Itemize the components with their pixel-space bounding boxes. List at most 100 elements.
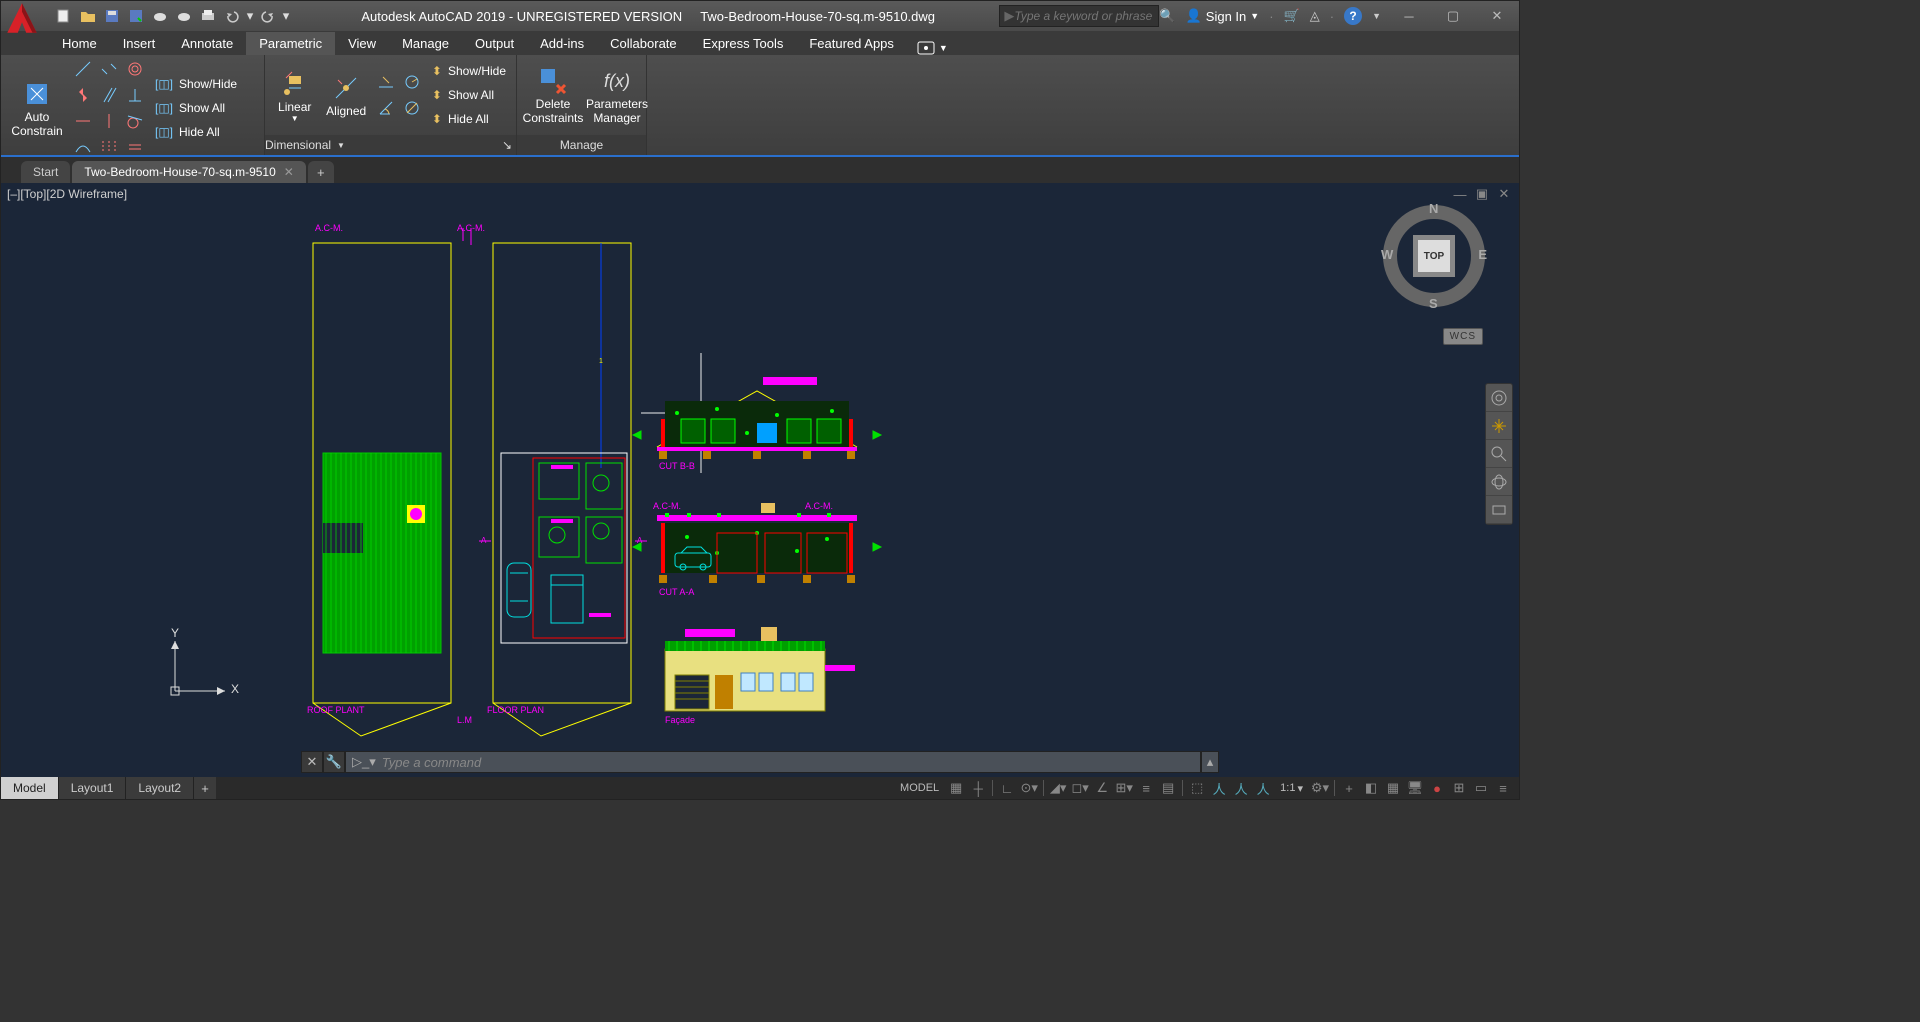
- parameters-manager-button[interactable]: f(x) Parameters Manager: [587, 59, 647, 131]
- navcube-face[interactable]: TOP: [1417, 239, 1451, 273]
- sb-grid-icon[interactable]: ▦: [946, 779, 966, 797]
- geo-showhide-button[interactable]: [◫]Show/Hide: [151, 73, 241, 95]
- horizontal-icon[interactable]: [71, 109, 95, 133]
- vp-maximize-icon[interactable]: ▣: [1473, 187, 1491, 201]
- qat-redo-drop-icon[interactable]: ▾: [281, 5, 291, 27]
- concentric-icon[interactable]: [123, 57, 147, 81]
- dim-showall-button[interactable]: ⬍Show All: [428, 84, 510, 106]
- sb-lineweight-icon[interactable]: ≡: [1136, 779, 1156, 797]
- signin-button[interactable]: 👤 Sign In ▼: [1186, 8, 1260, 24]
- orbit-icon[interactable]: [1486, 468, 1512, 496]
- dir-w[interactable]: W: [1381, 247, 1393, 262]
- sb-ortho-icon[interactable]: ∟: [997, 779, 1017, 797]
- geo-hideall-button[interactable]: [◫]Hide All: [151, 121, 241, 143]
- perpendicular-icon[interactable]: [123, 83, 147, 107]
- symmetric-icon[interactable]: [97, 135, 121, 159]
- pan-icon[interactable]: [1486, 412, 1512, 440]
- app-store-icon[interactable]: ◬: [1310, 8, 1320, 24]
- cmd-customize-icon[interactable]: 🔧: [323, 751, 345, 773]
- aligned-button[interactable]: Aligned: [322, 59, 369, 131]
- help-icon[interactable]: ?: [1344, 7, 1362, 25]
- fix-icon[interactable]: [71, 83, 95, 107]
- steering-wheel-icon[interactable]: [1486, 384, 1512, 412]
- dim-showhide-button[interactable]: ⬍Show/Hide: [428, 60, 510, 82]
- dir-n[interactable]: N: [1429, 201, 1438, 216]
- auto-constrain-button[interactable]: Auto Constrain: [7, 72, 67, 144]
- tab-home[interactable]: Home: [49, 32, 110, 55]
- search-icon[interactable]: 🔍: [1159, 8, 1175, 24]
- viewport-controls[interactable]: [–][Top][2D Wireframe]: [7, 187, 127, 201]
- sb-quickprops-icon[interactable]: ▦: [1383, 779, 1403, 797]
- sb-workspace-icon[interactable]: ⚙▾: [1310, 779, 1330, 797]
- showmotion-icon[interactable]: [1486, 496, 1512, 524]
- equal-icon[interactable]: [123, 135, 147, 159]
- vertical-icon[interactable]: [97, 109, 121, 133]
- parallel-icon[interactable]: [97, 83, 121, 107]
- qat-cloud-save-icon[interactable]: [173, 5, 195, 27]
- layout-tab-layout1[interactable]: Layout1: [59, 777, 127, 799]
- filetab-start[interactable]: Start: [21, 161, 70, 183]
- tab-addins[interactable]: Add-ins: [527, 32, 597, 55]
- tab-express-tools[interactable]: Express Tools: [690, 32, 797, 55]
- maximize-button[interactable]: ▢: [1431, 2, 1475, 30]
- geo-showall-button[interactable]: [◫]Show All: [151, 97, 241, 119]
- dim-radius-icon[interactable]: [400, 70, 424, 94]
- sb-units-icon[interactable]: ◧: [1361, 779, 1381, 797]
- sb-transparency-icon[interactable]: ▤: [1158, 779, 1178, 797]
- tab-parametric[interactable]: Parametric: [246, 32, 335, 55]
- tab-close-icon[interactable]: ✕: [284, 165, 294, 179]
- layout-add-button[interactable]: +: [194, 777, 216, 799]
- dir-e[interactable]: E: [1478, 247, 1487, 262]
- sb-3dosnap-icon[interactable]: ∠: [1092, 779, 1112, 797]
- tab-annotate[interactable]: Annotate: [168, 32, 246, 55]
- vp-minimize-icon[interactable]: —: [1451, 187, 1469, 201]
- qat-undo-drop-icon[interactable]: ▾: [245, 5, 255, 27]
- sb-snap-icon[interactable]: ┼: [968, 779, 988, 797]
- app-logo[interactable]: [1, 0, 43, 39]
- qat-open-icon[interactable]: [77, 5, 99, 27]
- share-button[interactable]: ▼: [917, 41, 948, 55]
- cmd-close-icon[interactable]: ✕: [301, 751, 323, 773]
- filetab-current[interactable]: Two-Bedroom-House-70-sq.m-9510✕: [72, 161, 305, 183]
- zoom-extents-icon[interactable]: [1486, 440, 1512, 468]
- qat-undo-icon[interactable]: [221, 5, 243, 27]
- sb-annotation-icon[interactable]: 人: [1209, 779, 1229, 797]
- tab-output[interactable]: Output: [462, 32, 527, 55]
- command-input[interactable]: ▷_▾Type a command: [345, 751, 1201, 773]
- qat-plot-icon[interactable]: [197, 5, 219, 27]
- qat-cloud-open-icon[interactable]: [149, 5, 171, 27]
- sb-monitor-icon[interactable]: +: [1339, 779, 1359, 797]
- sb-iso-icon[interactable]: ◢▾: [1048, 779, 1068, 797]
- collinear-icon[interactable]: [97, 57, 121, 81]
- sb-annoscale-icon[interactable]: 人: [1231, 779, 1251, 797]
- dim-horizontal-icon[interactable]: [374, 70, 398, 94]
- close-button[interactable]: ✕: [1475, 2, 1519, 30]
- infocenter-search[interactable]: ▶: [999, 5, 1159, 27]
- dim-diameter-icon[interactable]: [400, 96, 424, 120]
- sb-otrack-icon[interactable]: ⊞▾: [1114, 779, 1134, 797]
- drawing-viewport[interactable]: [–][Top][2D Wireframe] — ▣ ✕ A.C-M.: [1, 183, 1519, 777]
- tab-manage[interactable]: Manage: [389, 32, 462, 55]
- tab-insert[interactable]: Insert: [110, 32, 169, 55]
- qat-redo-icon[interactable]: [257, 5, 279, 27]
- qat-saveas-icon[interactable]: [125, 5, 147, 27]
- sb-clean-icon[interactable]: ▭: [1471, 779, 1491, 797]
- dim-angular-icon[interactable]: [374, 96, 398, 120]
- panel-launcher-icon[interactable]: ↘: [502, 138, 516, 152]
- sb-isolate-icon[interactable]: ●: [1427, 779, 1447, 797]
- minimize-button[interactable]: ─: [1387, 2, 1431, 30]
- linear-button[interactable]: Linear▼: [271, 59, 318, 131]
- tab-view[interactable]: View: [335, 32, 389, 55]
- layout-tab-layout2[interactable]: Layout2: [126, 777, 194, 799]
- sb-scale[interactable]: 1:1▾: [1275, 780, 1308, 797]
- search-input[interactable]: [1014, 9, 1154, 23]
- tab-featured-apps[interactable]: Featured Apps: [796, 32, 907, 55]
- sb-selection-cycling-icon[interactable]: ⬚: [1187, 779, 1207, 797]
- vp-close-icon[interactable]: ✕: [1495, 187, 1513, 201]
- sb-customize-icon[interactable]: ≡: [1493, 779, 1513, 797]
- smooth-icon[interactable]: [71, 135, 95, 159]
- coincident-icon[interactable]: [71, 57, 95, 81]
- cmd-history-icon[interactable]: ▴: [1201, 751, 1219, 773]
- sb-model[interactable]: MODEL: [895, 780, 944, 796]
- tab-collaborate[interactable]: Collaborate: [597, 32, 690, 55]
